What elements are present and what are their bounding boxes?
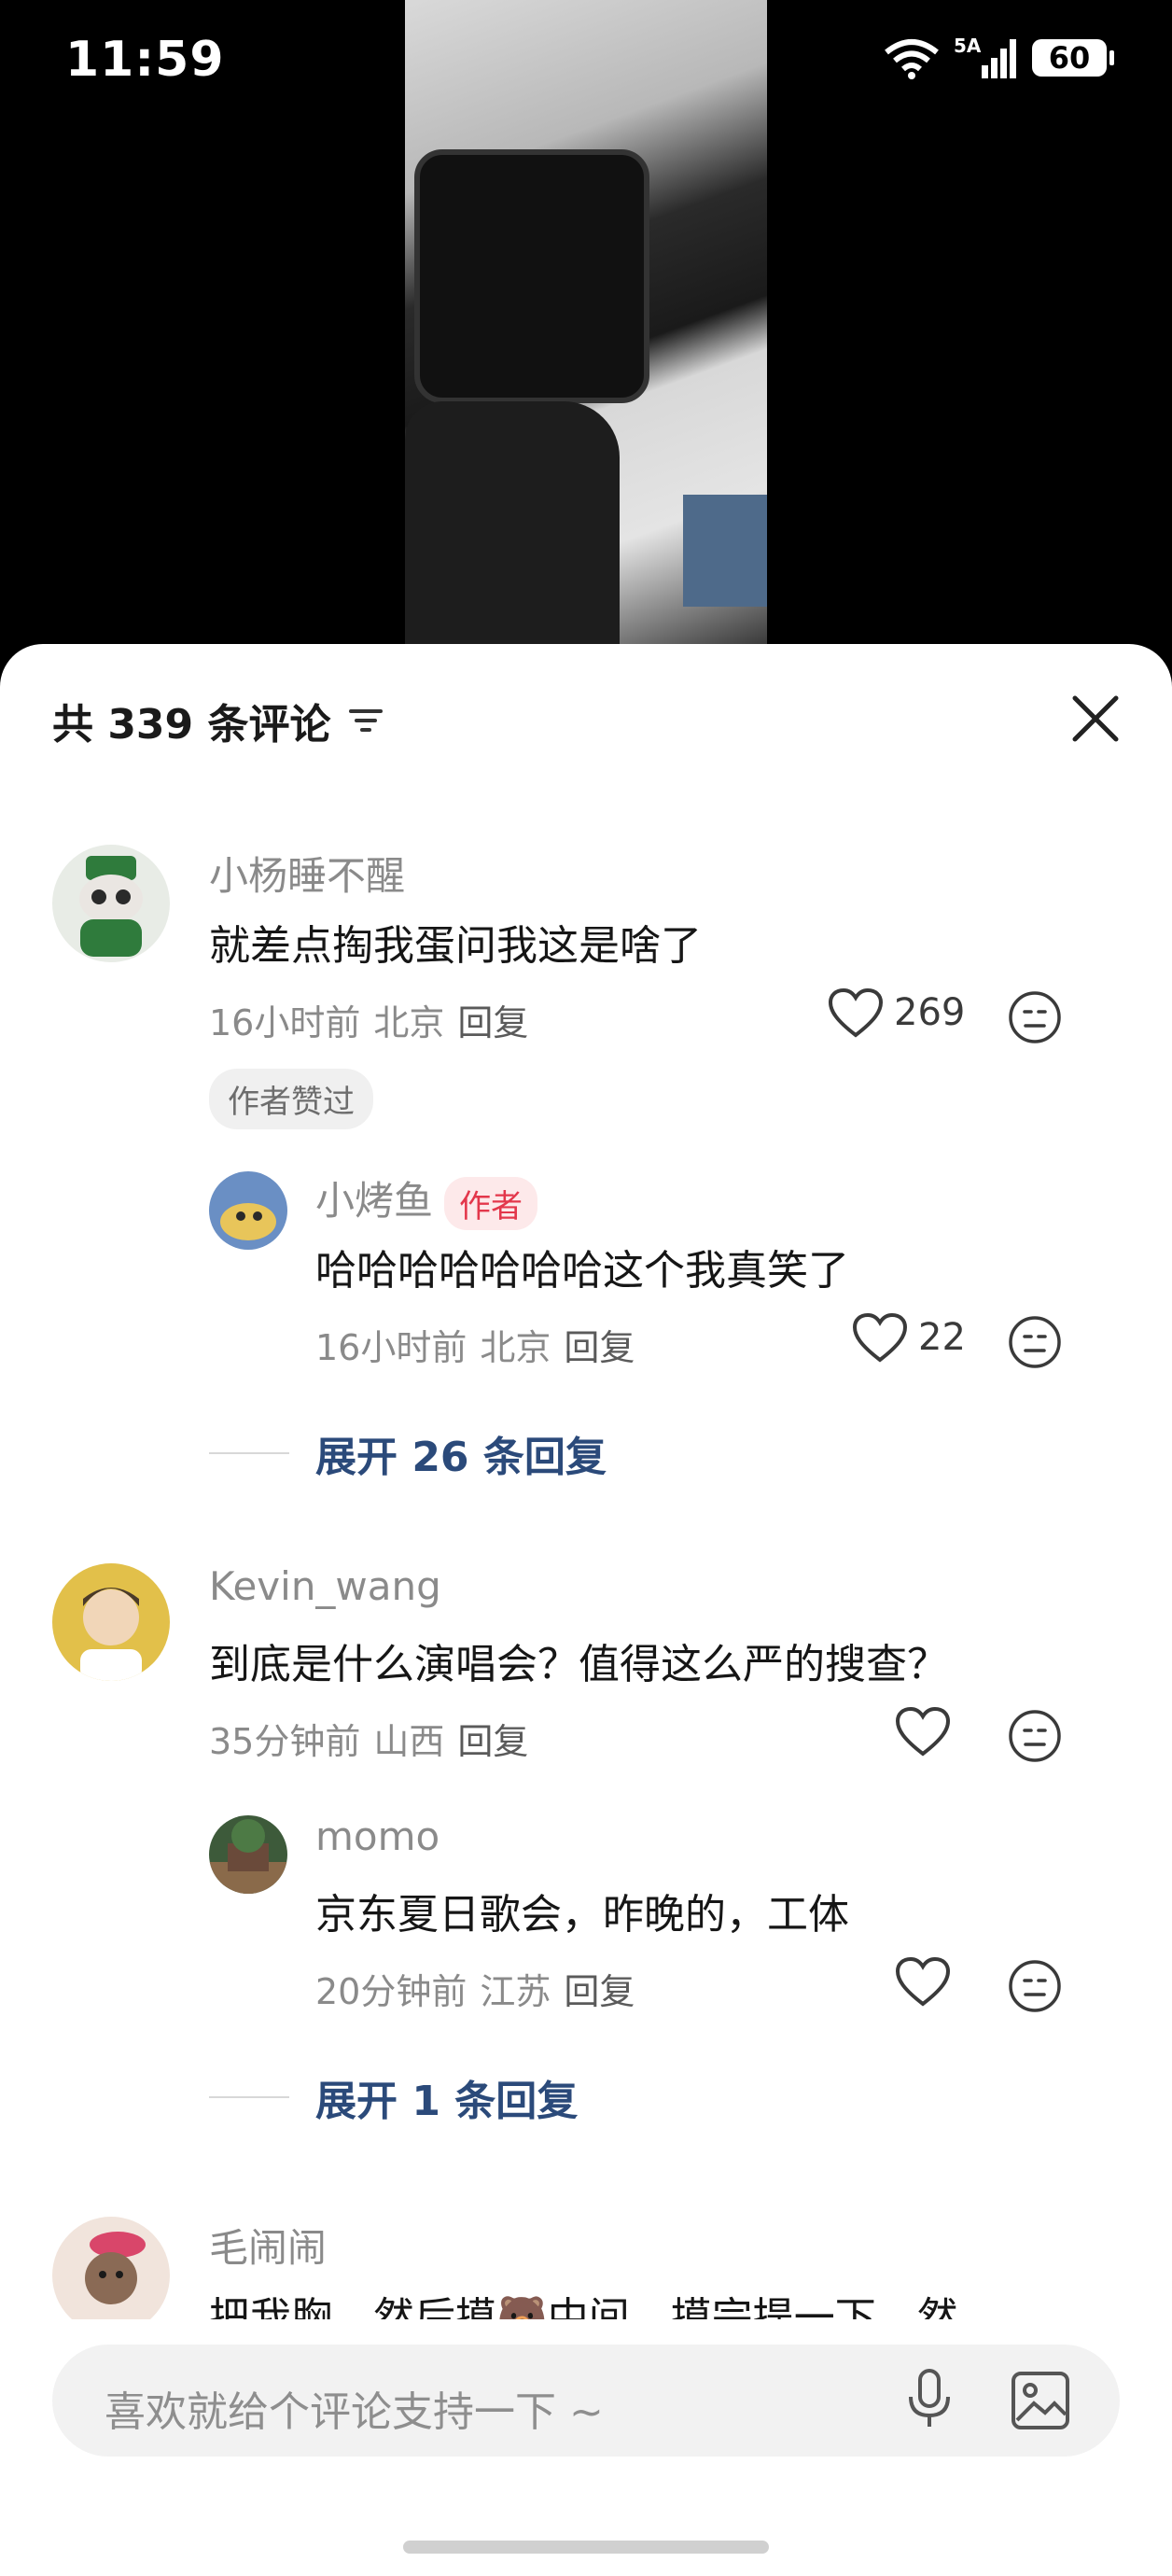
- heart-icon: [852, 1312, 908, 1363]
- expand-replies-label: 展开 1 条回复: [315, 2078, 579, 2125]
- avatar[interactable]: [52, 845, 170, 962]
- comment-meta: 16小时前 北京 回复: [209, 994, 528, 1045]
- emoji-react-icon[interactable]: [1008, 1959, 1062, 2013]
- expand-replies-button[interactable]: 展开 26 条回复: [209, 1423, 607, 1483]
- heart-icon: [895, 1956, 951, 2007]
- like-button[interactable]: 22: [851, 1311, 966, 1364]
- reply-button[interactable]: 回复: [564, 1963, 635, 2014]
- comment-location: 北京: [373, 1002, 445, 1043]
- reply-text[interactable]: 哈哈哈哈哈哈哈这个我真笑了: [315, 1237, 849, 1296]
- video-frame-person: [683, 495, 767, 607]
- comment-meta: 35分钟前 山西 回复: [209, 1713, 528, 1764]
- video-frame-bag: [414, 149, 649, 403]
- like-button[interactable]: [894, 1705, 952, 1757]
- avatar[interactable]: [52, 1563, 170, 1681]
- comment-input[interactable]: 喜欢就给个评论支持一下 ~: [52, 2345, 1120, 2457]
- reply-location: 江苏: [480, 1971, 551, 2012]
- heart-icon: [828, 987, 884, 1038]
- reply-avatar[interactable]: [209, 1815, 287, 1894]
- comment-sheet: 共 339 条评论 小杨睡不醒 就差点掏我蛋问我这是啥了 16小时前 北京 回复: [0, 644, 1172, 2576]
- comment-header: 共 339 条评论: [52, 691, 384, 750]
- divider: [209, 1452, 289, 1454]
- status-bar: 11:59 5A 60: [0, 0, 1172, 131]
- reply-button[interactable]: 回复: [457, 994, 528, 1045]
- reply-time: 20分钟前: [315, 1971, 467, 2012]
- expand-replies-label: 展开 26 条回复: [315, 1434, 607, 1481]
- comment-time: 16小时前: [209, 1002, 361, 1043]
- divider: [209, 2096, 289, 2098]
- reply-meta: 20分钟前 江苏 回复: [315, 1963, 635, 2014]
- comment-count-title: 共 339 条评论: [52, 701, 331, 749]
- microphone-icon[interactable]: [901, 2367, 957, 2432]
- cellular-signal-icon: 5A: [954, 35, 1016, 78]
- comment-text[interactable]: 就差点掏我蛋问我这是啥了: [209, 912, 702, 972]
- sort-icon[interactable]: [347, 704, 384, 737]
- reply-button[interactable]: 回复: [457, 1713, 528, 1764]
- author-tag: 作者: [444, 1177, 538, 1230]
- like-button[interactable]: [894, 1955, 952, 2008]
- reply-time: 16小时前: [315, 1327, 467, 1368]
- home-indicator[interactable]: [403, 2541, 769, 2554]
- comment-item: 毛闹闹 把我胸，然后摸🐻中间，摸完提一下，然: [0, 2217, 1172, 2319]
- reply-avatar[interactable]: [209, 1171, 287, 1250]
- comment-input-placeholder: 喜欢就给个评论支持一下 ~: [105, 2388, 604, 2436]
- battery-icon: 60: [1032, 39, 1114, 77]
- close-icon[interactable]: [1067, 691, 1123, 747]
- heart-icon: [895, 1706, 951, 1757]
- comment-text[interactable]: 到底是什么演唱会？值得这么严的搜查？: [209, 1631, 948, 1690]
- comment-location: 山西: [373, 1721, 445, 1762]
- author-liked-badge: 作者赞过: [209, 1069, 373, 1129]
- comment-author[interactable]: Kevin_wang: [209, 1563, 441, 1609]
- video-frame-cloth: [405, 401, 620, 644]
- reply-meta: 16小时前 北京 回复: [315, 1319, 635, 1370]
- reply-author[interactable]: momo: [315, 1813, 440, 1859]
- like-count: 22: [918, 1316, 966, 1359]
- comment-text[interactable]: 把我胸，然后摸🐻中间，摸完提一下，然: [209, 2284, 958, 2319]
- avatar[interactable]: [52, 2217, 170, 2319]
- reply-location: 北京: [480, 1327, 551, 1368]
- comment-time: 35分钟前: [209, 1721, 361, 1762]
- status-icons: 5A 60: [883, 35, 1114, 80]
- reply-button[interactable]: 回复: [564, 1319, 635, 1370]
- emoji-react-icon[interactable]: [1008, 1709, 1062, 1763]
- reply-author[interactable]: 小烤鱼 作者: [315, 1169, 538, 1230]
- comment-author[interactable]: 小杨睡不醒: [209, 845, 405, 902]
- emoji-react-icon[interactable]: [1008, 990, 1062, 1044]
- emoji-react-icon[interactable]: [1008, 1315, 1062, 1369]
- reply-text[interactable]: 京东夏日歌会，昨晚的，工体: [315, 1881, 849, 1940]
- expand-replies-button[interactable]: 展开 1 条回复: [209, 2067, 578, 2127]
- like-button[interactable]: 269: [827, 987, 965, 1039]
- comment-author[interactable]: 毛闹闹: [209, 2217, 327, 2274]
- like-count: 269: [894, 991, 966, 1034]
- svg-text:5A: 5A: [954, 35, 982, 57]
- clock: 11:59: [65, 32, 225, 88]
- wifi-icon: [885, 39, 939, 79]
- image-icon[interactable]: [1010, 2370, 1071, 2431]
